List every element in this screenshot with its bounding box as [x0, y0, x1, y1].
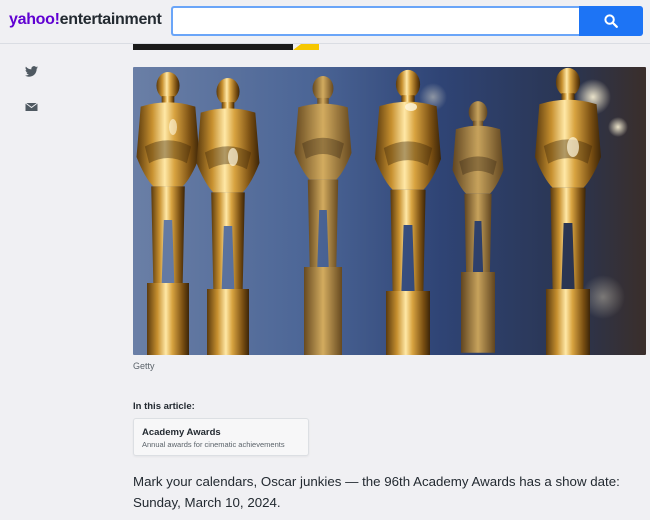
topic-card-academy-awards[interactable]: Academy Awards Annual awards for cinemat… — [133, 418, 309, 456]
image-caption: Getty — [133, 361, 155, 371]
previous-media-accent — [293, 44, 319, 50]
previous-media-strip — [133, 44, 293, 50]
search-input[interactable] — [171, 6, 579, 36]
share-twitter-button[interactable] — [20, 60, 42, 82]
oscar-statuettes-photo — [133, 67, 646, 355]
search-icon — [604, 14, 618, 28]
hero-image — [133, 67, 646, 355]
share-toolbar — [20, 60, 42, 132]
search-button[interactable] — [579, 6, 643, 36]
topic-description: Annual awards for cinematic achievements — [142, 440, 285, 449]
in-this-article-heading: In this article: — [133, 401, 195, 412]
share-email-button[interactable] — [20, 96, 42, 118]
logo-brand-text: yahoo — [9, 11, 55, 28]
yahoo-entertainment-logo[interactable]: yahoo!entertainment — [9, 11, 162, 29]
topic-title: Academy Awards — [142, 427, 221, 438]
mail-icon — [24, 102, 38, 111]
twitter-icon — [24, 65, 38, 77]
top-bar: yahoo!entertainment — [0, 0, 650, 44]
article-paragraph: Mark your calendars, Oscar junkies — the… — [133, 474, 620, 510]
logo-section-text: entertainment — [59, 11, 162, 28]
